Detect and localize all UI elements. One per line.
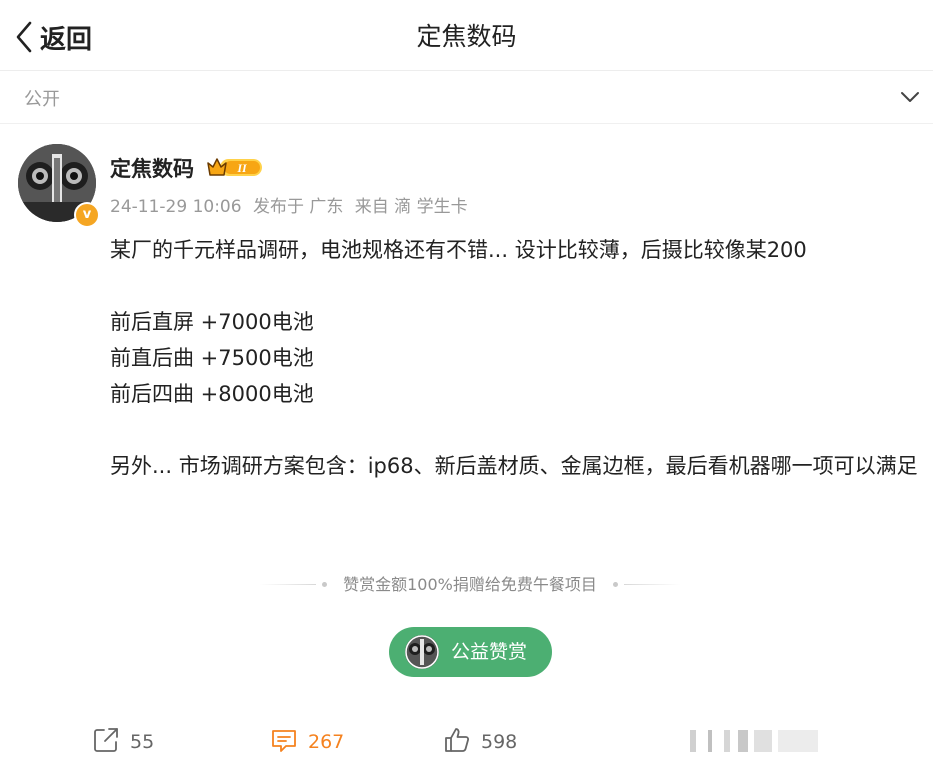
post-body: 某厂的千元样品调研，电池规格还有不错... 设计比较薄，后摄比较像某200 前后… [110,232,928,484]
post-blank-line [110,412,928,448]
post-line: 某厂的千元样品调研，电池规格还有不错... 设计比较薄，后摄比较像某200 [110,238,807,262]
post-time: 24-11-29 10:06 [110,197,242,217]
post-meta: 24-11-29 10:06 发布于 广东 来自 滴 学生卡 [110,192,474,217]
divider-dot [322,582,327,587]
repost-button[interactable]: 55 [92,724,154,760]
post-blank-line [110,268,928,304]
vip-crown-icon[interactable]: II [206,155,264,183]
divider [624,584,680,585]
post-line: 前后四曲 +8000电池 [110,382,314,406]
comment-count: 267 [308,731,345,753]
post-line: 前直后曲 +7500电池 [110,346,314,370]
charity-reward-button[interactable]: 公益赞赏 [389,627,552,677]
chevron-down-icon[interactable] [899,86,921,112]
loading-placeholder [690,730,830,752]
visibility-row[interactable]: 公开 [0,71,933,124]
author-name[interactable]: 定焦数码 [110,153,194,183]
comment-icon [270,726,298,758]
divider-dot [613,582,618,587]
post-line: 另外... 市场调研方案包含：ip68、新后盖材质、金属边框，最后看机器哪一项可… [110,454,918,478]
comment-button[interactable]: 267 [270,724,344,760]
page-title: 定焦数码 [416,22,517,51]
post-line: 前后直屏 +7000电池 [110,310,314,334]
visibility-label: 公开 [24,89,60,110]
reward-note-text: 赞赏金额100%捐赠给免费午餐项目 [343,575,597,594]
repost-count: 55 [130,731,155,753]
reward-note: 赞赏金额100%捐赠给免费午餐项目 [260,572,680,598]
share-icon [92,726,120,758]
verified-badge: v [74,202,100,228]
thumbs-up-icon [443,726,471,758]
like-button[interactable]: 598 [443,724,517,760]
avatar [405,635,439,669]
reward-button-label: 公益赞赏 [451,641,528,663]
like-count: 598 [481,731,518,753]
vip-level-text: II [236,161,248,175]
post-source: 来自 滴 学生卡 [354,197,468,217]
post-location: 发布于 广东 [252,197,344,217]
divider [260,584,316,585]
top-nav-bar: 返回 定焦数码 [0,0,933,71]
